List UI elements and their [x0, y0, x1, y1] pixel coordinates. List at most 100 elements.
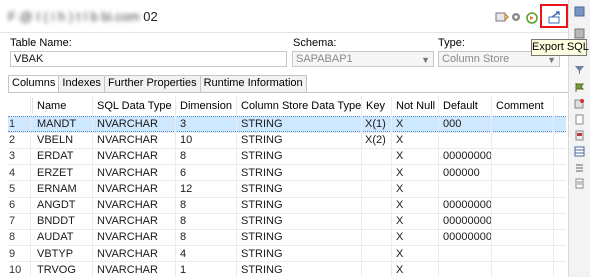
cell-key[interactable]: [365, 181, 393, 197]
cell-default[interactable]: 00000000: [443, 213, 491, 229]
cell-comment[interactable]: [496, 148, 556, 164]
cell-name[interactable]: ERNAM: [37, 181, 95, 197]
cell-column-store-data-type[interactable]: STRING: [241, 213, 361, 229]
cell-key[interactable]: [365, 262, 393, 277]
cell-sql-data-type[interactable]: NVARCHAR: [97, 197, 175, 213]
cell-name[interactable]: ERDAT: [37, 148, 95, 164]
cell-dimension[interactable]: 4: [180, 246, 236, 262]
cell-sql-data-type[interactable]: NVARCHAR: [97, 181, 175, 197]
cell-column-store-data-type[interactable]: STRING: [241, 181, 361, 197]
cell-key[interactable]: X(1): [365, 117, 393, 133]
run-icon[interactable]: [524, 10, 540, 24]
cell-name[interactable]: VBTYP: [37, 246, 95, 262]
cell-name[interactable]: MANDT: [37, 117, 95, 133]
cell-column-store-data-type[interactable]: STRING: [241, 117, 361, 133]
cell-dimension[interactable]: 8: [180, 213, 236, 229]
cell-not-null[interactable]: X: [396, 262, 436, 277]
cell-comment[interactable]: [496, 165, 556, 181]
cell-not-null[interactable]: X: [396, 148, 436, 164]
cell-comment[interactable]: [496, 213, 556, 229]
cell-dimension[interactable]: 8: [180, 197, 236, 213]
flag-icon[interactable]: [574, 82, 585, 93]
cell-sql-data-type[interactable]: NVARCHAR: [97, 165, 175, 181]
properties-icon[interactable]: [574, 28, 585, 39]
column-header-key[interactable]: Key: [361, 98, 393, 114]
cell-comment[interactable]: [496, 132, 556, 148]
cube-icon[interactable]: [574, 98, 585, 109]
cell-key[interactable]: [365, 148, 393, 164]
column-header-name[interactable]: Name: [32, 98, 96, 114]
cell-sql-data-type[interactable]: NVARCHAR: [97, 213, 175, 229]
bookmark-icon[interactable]: [574, 130, 585, 141]
column-header-comment[interactable]: Comment: [491, 98, 551, 114]
cell-sql-data-type[interactable]: NVARCHAR: [97, 246, 175, 262]
cell-name[interactable]: ANGDT: [37, 197, 95, 213]
cell-not-null[interactable]: X: [396, 213, 436, 229]
cell-not-null[interactable]: X: [396, 229, 436, 245]
tab-runtime-information[interactable]: Runtime Information: [199, 75, 307, 92]
cell-dimension[interactable]: 8: [180, 229, 236, 245]
cell-comment[interactable]: [496, 246, 556, 262]
cell-dimension[interactable]: 6: [180, 165, 236, 181]
cell-key[interactable]: X(2): [365, 132, 393, 148]
cell-dimension[interactable]: 8: [180, 148, 236, 164]
cell-column-store-data-type[interactable]: STRING: [241, 229, 361, 245]
schema-select[interactable]: SAPABAP1 ▼: [292, 51, 434, 67]
cell-not-null[interactable]: X: [396, 246, 436, 262]
cell-column-store-data-type[interactable]: STRING: [241, 246, 361, 262]
cell-name[interactable]: ERZET: [37, 165, 95, 181]
cell-not-null[interactable]: X: [396, 132, 436, 148]
cell-comment[interactable]: [496, 197, 556, 213]
cell-default[interactable]: [443, 262, 491, 277]
cell-comment[interactable]: [496, 229, 556, 245]
cell-name[interactable]: AUDAT: [37, 229, 95, 245]
cell-column-store-data-type[interactable]: STRING: [241, 148, 361, 164]
cell-comment[interactable]: [496, 181, 556, 197]
cell-not-null[interactable]: X: [396, 181, 436, 197]
tab-columns[interactable]: Columns: [8, 75, 60, 93]
cell-key[interactable]: [365, 165, 393, 181]
cell-not-null[interactable]: X: [396, 165, 436, 181]
cell-key[interactable]: [365, 246, 393, 262]
cell-name[interactable]: VBELN: [37, 132, 95, 148]
cell-not-null[interactable]: X: [396, 117, 436, 133]
cell-default[interactable]: [443, 181, 491, 197]
column-header-sql-data-type[interactable]: SQL Data Type: [92, 98, 178, 114]
cell-default[interactable]: [443, 246, 491, 262]
cell-default[interactable]: 00000000: [443, 148, 491, 164]
cell-sql-data-type[interactable]: NVARCHAR: [97, 132, 175, 148]
table-name-field[interactable]: VBAK: [10, 51, 287, 67]
column-header-default[interactable]: Default: [438, 98, 492, 114]
document-icon[interactable]: [574, 178, 585, 189]
cell-name[interactable]: TRVOG: [37, 262, 95, 277]
columns-grid[interactable]: Name SQL Data Type Dimension Column Stor…: [8, 96, 566, 277]
cell-default[interactable]: 00000000: [443, 197, 491, 213]
cell-dimension[interactable]: 12: [180, 181, 236, 197]
cell-column-store-data-type[interactable]: STRING: [241, 197, 361, 213]
cell-default[interactable]: [443, 132, 491, 148]
filter-icon[interactable]: [574, 64, 585, 75]
cell-default[interactable]: 00000000: [443, 229, 491, 245]
cell-sql-data-type[interactable]: NVARCHAR: [97, 262, 175, 277]
outline-icon[interactable]: [574, 6, 585, 17]
list-icon[interactable]: [574, 162, 585, 173]
circle-icon[interactable]: [508, 10, 524, 24]
cell-not-null[interactable]: X: [396, 197, 436, 213]
cell-column-store-data-type[interactable]: STRING: [241, 132, 361, 148]
table-icon[interactable]: [574, 146, 585, 157]
tab-indexes[interactable]: Indexes: [58, 75, 105, 92]
cell-sql-data-type[interactable]: NVARCHAR: [97, 117, 175, 133]
cell-dimension[interactable]: 3: [180, 117, 236, 133]
cell-default[interactable]: 000000: [443, 165, 491, 181]
cell-key[interactable]: [365, 229, 393, 245]
cell-name[interactable]: BNDDT: [37, 213, 95, 229]
cell-comment[interactable]: [496, 262, 556, 277]
cell-default[interactable]: 000: [443, 117, 491, 133]
column-header-dimension[interactable]: Dimension: [175, 98, 240, 114]
cell-key[interactable]: [365, 197, 393, 213]
cell-column-store-data-type[interactable]: STRING: [241, 262, 361, 277]
column-header-not-null[interactable]: Not Null: [391, 98, 441, 114]
cell-column-store-data-type[interactable]: STRING: [241, 165, 361, 181]
cell-dimension[interactable]: 1: [180, 262, 236, 277]
cell-comment[interactable]: [496, 117, 556, 133]
